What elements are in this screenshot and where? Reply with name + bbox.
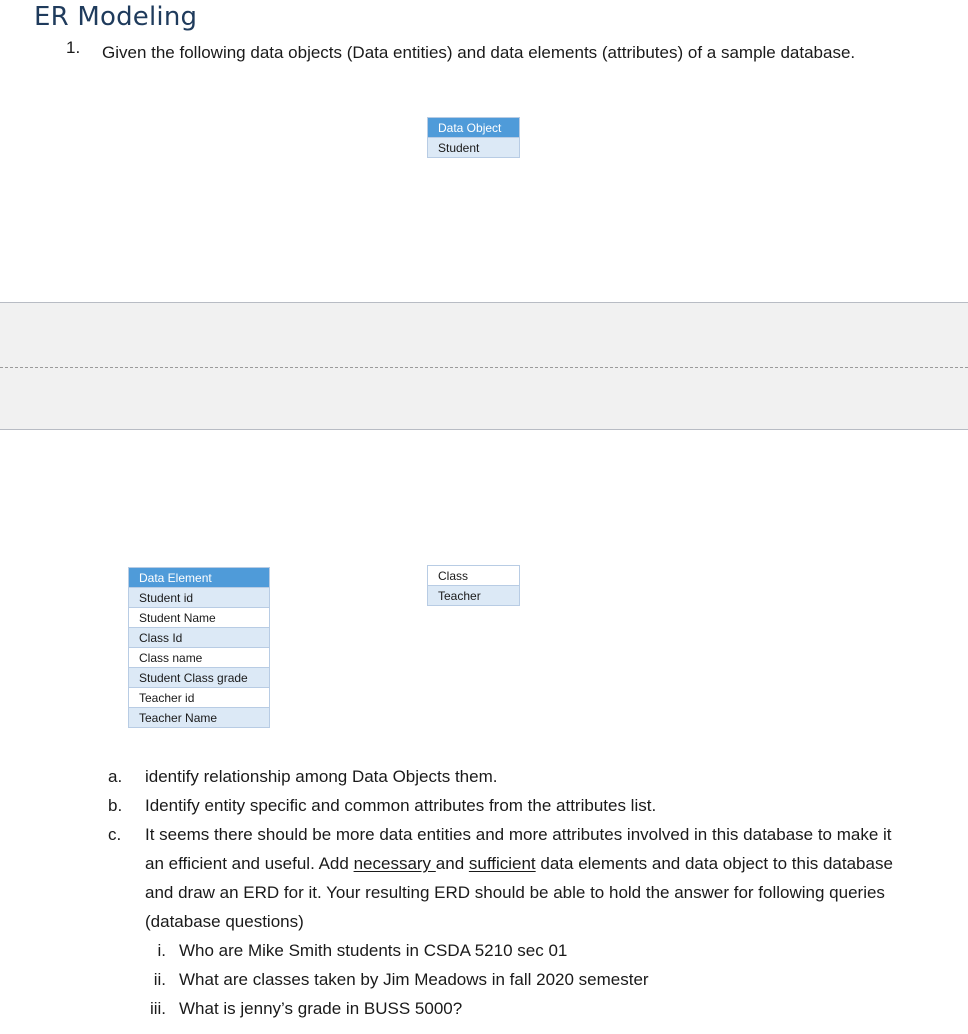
data-object-row: Teacher xyxy=(427,585,520,606)
data-element-row: Teacher Name xyxy=(128,707,270,728)
query-label: iii. xyxy=(149,999,166,1018)
subquestion-text: Identify entity specific and common attr… xyxy=(145,796,657,815)
data-element-header: Data Element xyxy=(128,567,270,588)
text-segment: and xyxy=(435,854,469,873)
subquestion-c: c. It seems there should be more data en… xyxy=(0,820,968,936)
data-object-table: Data Object Student xyxy=(427,117,520,158)
page-break-divider xyxy=(0,367,968,368)
subquestion-label: a. xyxy=(108,767,123,786)
question-text: Given the following data objects (Data e… xyxy=(102,43,856,62)
data-element-row: Teacher id xyxy=(128,687,270,708)
query-item: ii. What are classes taken by Jim Meadow… xyxy=(0,965,968,994)
subquestion-b: b. Identify entity specific and common a… xyxy=(0,791,968,820)
subquestion-label: c. xyxy=(108,825,122,844)
data-element-row: Student Class grade xyxy=(128,667,270,688)
query-text: Who are Mike Smith students in CSDA 5210… xyxy=(179,941,568,960)
data-object-table-continued: Class Teacher xyxy=(427,565,520,606)
page-break-gap xyxy=(0,302,968,430)
subquestion-a: a. identify relationship among Data Obje… xyxy=(0,762,968,791)
subquestion-label: b. xyxy=(108,796,123,815)
subquestion-text: It seems there should be more data entit… xyxy=(145,820,915,936)
query-item: i. Who are Mike Smith students in CSDA 5… xyxy=(0,936,968,965)
data-element-row: Class Id xyxy=(128,627,270,648)
underlined-word-sufficient: sufficient xyxy=(468,854,536,873)
data-element-row: Student Name xyxy=(128,607,270,628)
query-label: ii. xyxy=(153,970,166,989)
data-object-row: Class xyxy=(427,565,520,586)
subquestion-text: identify relationship among Data Objects… xyxy=(145,767,498,786)
underlined-word-necessary: necessary xyxy=(353,854,436,873)
data-element-table: Data Element Student id Student Name Cla… xyxy=(128,567,270,728)
page-heading: ER Modeling xyxy=(34,2,198,32)
query-label: i. xyxy=(157,941,167,960)
data-element-row: Student id xyxy=(128,587,270,608)
query-text: What is jenny’s grade in BUSS 5000? xyxy=(179,999,463,1018)
data-object-row: Student xyxy=(427,137,520,158)
query-item: iii. What is jenny’s grade in BUSS 5000? xyxy=(0,994,968,1023)
data-object-header: Data Object xyxy=(427,117,520,138)
question-number: 1. xyxy=(66,38,81,57)
query-text: What are classes taken by Jim Meadows in… xyxy=(179,970,649,989)
data-element-row: Class name xyxy=(128,647,270,668)
